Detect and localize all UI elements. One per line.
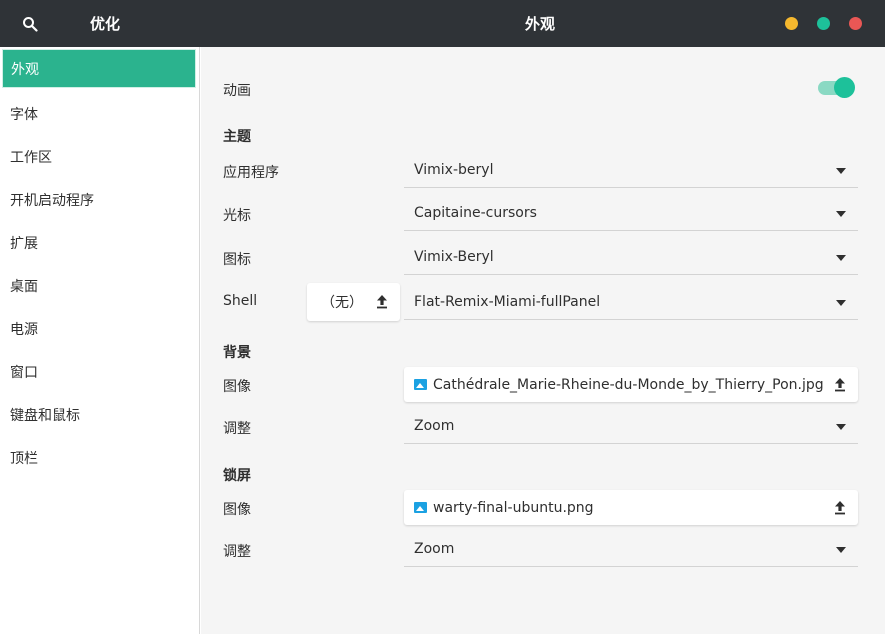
settings-panel: 动画 主题 应用程序 Vimix-beryl 光标 Capitaine-curs…	[201, 47, 885, 634]
animation-label: 动画	[223, 83, 251, 99]
shell-theme-dropdown[interactable]: Flat-Remix-Miami-fullPanel	[404, 285, 858, 320]
chevron-down-icon	[836, 255, 846, 261]
minimize-button[interactable]	[785, 17, 798, 30]
dropdown-value: Flat-Remix-Miami-fullPanel	[414, 294, 601, 310]
lock-screen-adjustment-dropdown[interactable]: Zoom	[404, 532, 858, 567]
shell-none-label: （无）	[321, 295, 363, 311]
chevron-down-icon	[836, 300, 846, 306]
chevron-down-icon	[836, 168, 846, 174]
sidebar-item-label: 桌面	[10, 278, 38, 295]
sidebar-item-workspaces[interactable]: 工作区	[0, 135, 199, 178]
dropdown-value: Zoom	[414, 418, 455, 434]
animation-toggle[interactable]	[818, 77, 855, 98]
image-file-icon	[414, 379, 427, 390]
icons-theme-dropdown[interactable]: Vimix-Beryl	[404, 240, 858, 275]
maximize-button[interactable]	[817, 17, 830, 30]
dropdown-value: Zoom	[414, 541, 455, 557]
upload-icon	[377, 295, 387, 309]
sidebar-item-label: 工作区	[10, 149, 52, 166]
lock-screen-image-label: 图像	[223, 502, 251, 518]
sidebar-item-label: 外观	[11, 61, 39, 78]
dropdown-value: Vimix-beryl	[414, 162, 494, 178]
background-image-chooser[interactable]: Cathédrale_Marie-Rheine-du-Monde_by_Thie…	[404, 367, 858, 402]
sidebar: 外观 字体 工作区 开机启动程序 扩展 桌面 电源 窗口 键盘和鼠标 顶栏	[0, 47, 200, 634]
lock-screen-adjustment-label: 调整	[223, 544, 251, 560]
shell-none-button[interactable]: （无）	[307, 283, 400, 321]
applications-theme-dropdown[interactable]: Vimix-beryl	[404, 153, 858, 188]
sidebar-item-power[interactable]: 电源	[0, 307, 199, 350]
sidebar-item-label: 窗口	[10, 364, 38, 381]
sidebar-item-appearance[interactable]: 外观	[2, 49, 196, 88]
header-bar: 优化 外观	[0, 0, 885, 47]
sidebar-item-extensions[interactable]: 扩展	[0, 221, 199, 264]
dropdown-value: Vimix-Beryl	[414, 249, 494, 265]
cursor-theme-dropdown[interactable]: Capitaine-cursors	[404, 196, 858, 231]
cursor-label: 光标	[223, 208, 251, 224]
chevron-down-icon	[836, 424, 846, 430]
sidebar-item-label: 顶栏	[10, 450, 38, 467]
file-name: warty-final-ubuntu.png	[433, 499, 594, 516]
sidebar-item-top-bar[interactable]: 顶栏	[0, 436, 199, 479]
background-section-title: 背景	[223, 345, 251, 361]
sidebar-item-fonts[interactable]: 字体	[0, 92, 199, 135]
chevron-down-icon	[836, 547, 846, 553]
close-button[interactable]	[849, 17, 862, 30]
upload-icon	[835, 501, 845, 515]
icons-label: 图标	[223, 252, 251, 268]
background-image-label: 图像	[223, 379, 251, 395]
sidebar-item-label: 电源	[10, 321, 38, 338]
sidebar-item-keyboard-mouse[interactable]: 键盘和鼠标	[0, 393, 199, 436]
toggle-knob	[834, 77, 855, 98]
themes-section-title: 主题	[223, 129, 251, 145]
chevron-down-icon	[836, 211, 846, 217]
sidebar-item-label: 字体	[10, 106, 38, 123]
sidebar-item-label: 扩展	[10, 235, 38, 252]
lock-screen-image-chooser[interactable]: warty-final-ubuntu.png	[404, 490, 858, 525]
sidebar-item-label: 开机启动程序	[10, 192, 94, 209]
sidebar-item-desktop[interactable]: 桌面	[0, 264, 199, 307]
applications-label: 应用程序	[223, 165, 279, 181]
image-file-icon	[414, 502, 427, 513]
background-adjustment-label: 调整	[223, 421, 251, 437]
lock-screen-section-title: 锁屏	[223, 468, 251, 484]
page-title: 外观	[524, 15, 555, 33]
background-adjustment-dropdown[interactable]: Zoom	[404, 409, 858, 444]
sidebar-item-windows[interactable]: 窗口	[0, 350, 199, 393]
sidebar-item-startup-applications[interactable]: 开机启动程序	[0, 178, 199, 221]
sidebar-item-label: 键盘和鼠标	[10, 407, 80, 424]
shell-label: Shell	[223, 293, 258, 309]
upload-icon	[835, 378, 845, 392]
file-name: Cathédrale_Marie-Rheine-du-Monde_by_Thie…	[433, 376, 824, 393]
dropdown-value: Capitaine-cursors	[414, 205, 537, 221]
